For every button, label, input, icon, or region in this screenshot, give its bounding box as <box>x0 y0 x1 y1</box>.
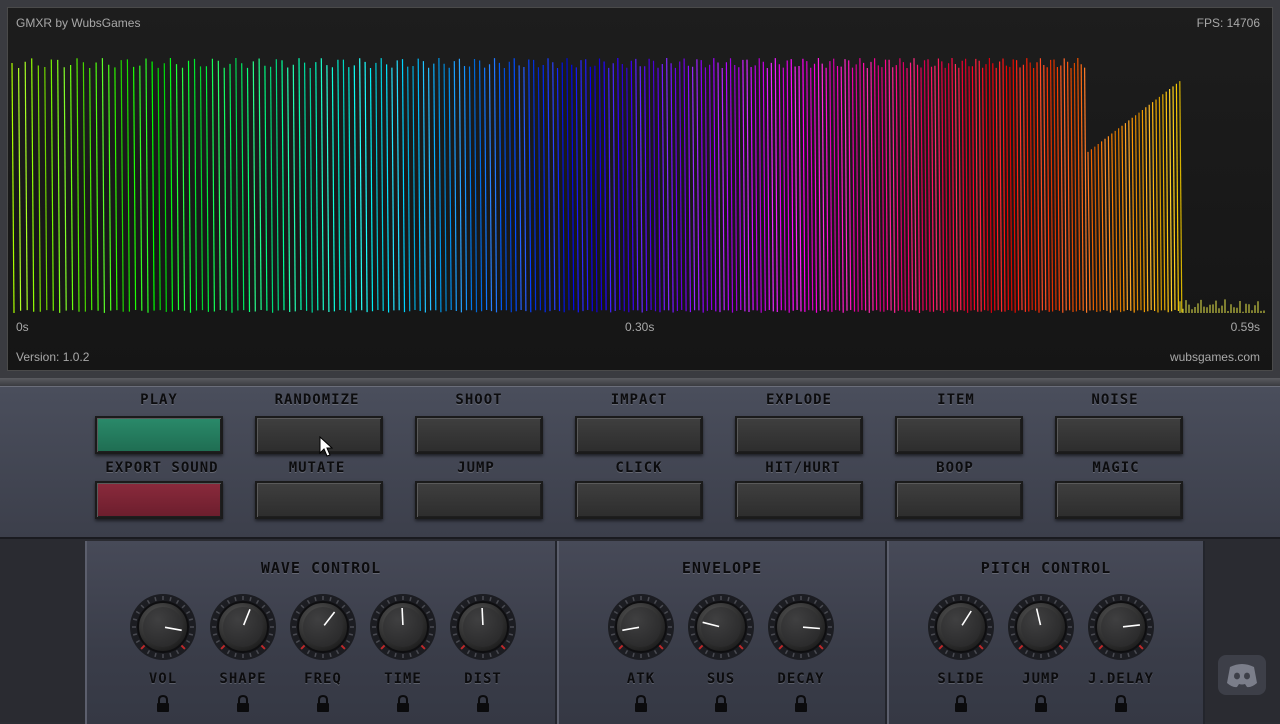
impact-button[interactable] <box>575 416 703 454</box>
slide-label: Slide <box>915 671 1007 687</box>
envelope-title: Envelope <box>559 559 885 577</box>
export-sound-button[interactable] <box>95 481 223 519</box>
vol-knob[interactable] <box>127 591 199 663</box>
jdelay-label: J.Delay <box>1075 671 1167 687</box>
mutate-button[interactable] <box>255 481 383 519</box>
explode-label: Explode <box>729 392 869 408</box>
sus-knob[interactable] <box>685 591 757 663</box>
freq-label: Freq <box>277 671 369 687</box>
dist-knob[interactable] <box>447 591 519 663</box>
pitch-control-title: Pitch Control <box>889 559 1203 577</box>
decay-knob-group: Decay <box>765 591 837 721</box>
decay-label: Decay <box>755 671 847 687</box>
freq-knob[interactable] <box>287 591 359 663</box>
lock-icon[interactable] <box>475 695 491 713</box>
shape-knob[interactable] <box>207 591 279 663</box>
app-title: GMXR by WubsGames <box>16 16 140 30</box>
boop-label: Boop <box>885 460 1025 476</box>
magic-label: Magic <box>1046 460 1186 476</box>
waveform-display: GMXR by WubsGames FPS: 14706 0s 0.30s 0.… <box>7 7 1273 371</box>
atk-label: Atk <box>595 671 687 687</box>
lock-icon[interactable] <box>155 695 171 713</box>
explode-button[interactable] <box>735 416 863 454</box>
atk-knob[interactable] <box>605 591 677 663</box>
lock-icon[interactable] <box>235 695 251 713</box>
time-mid-label: 0.30s <box>625 320 654 334</box>
click-label: Click <box>569 460 709 476</box>
website-label: wubsgames.com <box>1170 350 1260 364</box>
magic-button[interactable] <box>1055 481 1183 519</box>
lock-icon[interactable] <box>1033 695 1049 713</box>
item-button[interactable] <box>895 416 1023 454</box>
freq-knob-group: Freq <box>287 591 359 721</box>
shoot-label: Shoot <box>409 392 549 408</box>
dist-knob-group: Dist <box>447 591 519 721</box>
hit-hurt-button[interactable] <box>735 481 863 519</box>
shoot-button[interactable] <box>415 416 543 454</box>
discord-icon[interactable] <box>1218 655 1266 695</box>
jump-knob-group: Jump <box>1005 591 1077 721</box>
mutate-label: Mutate <box>247 460 387 476</box>
time-end-label: 0.59s <box>1231 320 1260 334</box>
lock-icon[interactable] <box>633 695 649 713</box>
jump-label: Jump <box>406 460 546 476</box>
jump-knob-label: Jump <box>995 671 1087 687</box>
atk-knob-group: Atk <box>605 591 677 721</box>
version-label: Version: 1.0.2 <box>16 350 89 364</box>
time-label: Time <box>357 671 449 687</box>
controls-area: Wave Control Vol Shape Freq Time Dist E <box>0 537 1280 722</box>
decay-knob[interactable] <box>765 591 837 663</box>
lock-icon[interactable] <box>713 695 729 713</box>
lock-icon[interactable] <box>1113 695 1129 713</box>
dist-label: Dist <box>437 671 529 687</box>
divider <box>0 378 1280 386</box>
sus-label: Sus <box>675 671 767 687</box>
lock-icon[interactable] <box>793 695 809 713</box>
slide-knob-group: Slide <box>925 591 997 721</box>
sus-knob-group: Sus <box>685 591 757 721</box>
randomize-button[interactable] <box>255 416 383 454</box>
noise-button[interactable] <box>1055 416 1183 454</box>
lock-icon[interactable] <box>315 695 331 713</box>
randomize-label: Randomize <box>247 392 387 408</box>
hit-hurt-label: Hit/Hurt <box>733 460 873 476</box>
jdelay-knob[interactable] <box>1085 591 1157 663</box>
shape-knob-group: Shape <box>207 591 279 721</box>
envelope-panel: Envelope Atk Sus Decay <box>557 541 887 724</box>
play-label: Play <box>89 392 229 408</box>
boop-button[interactable] <box>895 481 1023 519</box>
item-label: Item <box>886 392 1026 408</box>
lock-icon[interactable] <box>395 695 411 713</box>
impact-label: Impact <box>569 392 709 408</box>
waveform-panel: GMXR by WubsGames FPS: 14706 0s 0.30s 0.… <box>0 0 1280 384</box>
time-knob[interactable] <box>367 591 439 663</box>
play-button[interactable] <box>95 416 223 454</box>
pitch-control-panel: Pitch Control Slide Jump J.Delay <box>887 541 1205 724</box>
export-sound-label: Export Sound <box>92 460 232 476</box>
lock-icon[interactable] <box>953 695 969 713</box>
shape-label: Shape <box>197 671 289 687</box>
wave-control-panel: Wave Control Vol Shape Freq Time Dist <box>85 541 557 724</box>
slide-knob[interactable] <box>925 591 997 663</box>
waveform-graph <box>8 8 1272 370</box>
wave-control-title: Wave Control <box>87 559 555 577</box>
preset-buttons-area: Play Randomize Shoot Impact Explode Item… <box>0 386 1280 537</box>
jdelay-knob-group: J.Delay <box>1085 591 1157 721</box>
time-knob-group: Time <box>367 591 439 721</box>
jump-button[interactable] <box>415 481 543 519</box>
noise-label: Noise <box>1045 392 1185 408</box>
click-button[interactable] <box>575 481 703 519</box>
vol-label: Vol <box>117 671 209 687</box>
jump-knob[interactable] <box>1005 591 1077 663</box>
vol-knob-group: Vol <box>127 591 199 721</box>
time-start-label: 0s <box>16 320 29 334</box>
fps-counter: FPS: 14706 <box>1197 16 1260 30</box>
